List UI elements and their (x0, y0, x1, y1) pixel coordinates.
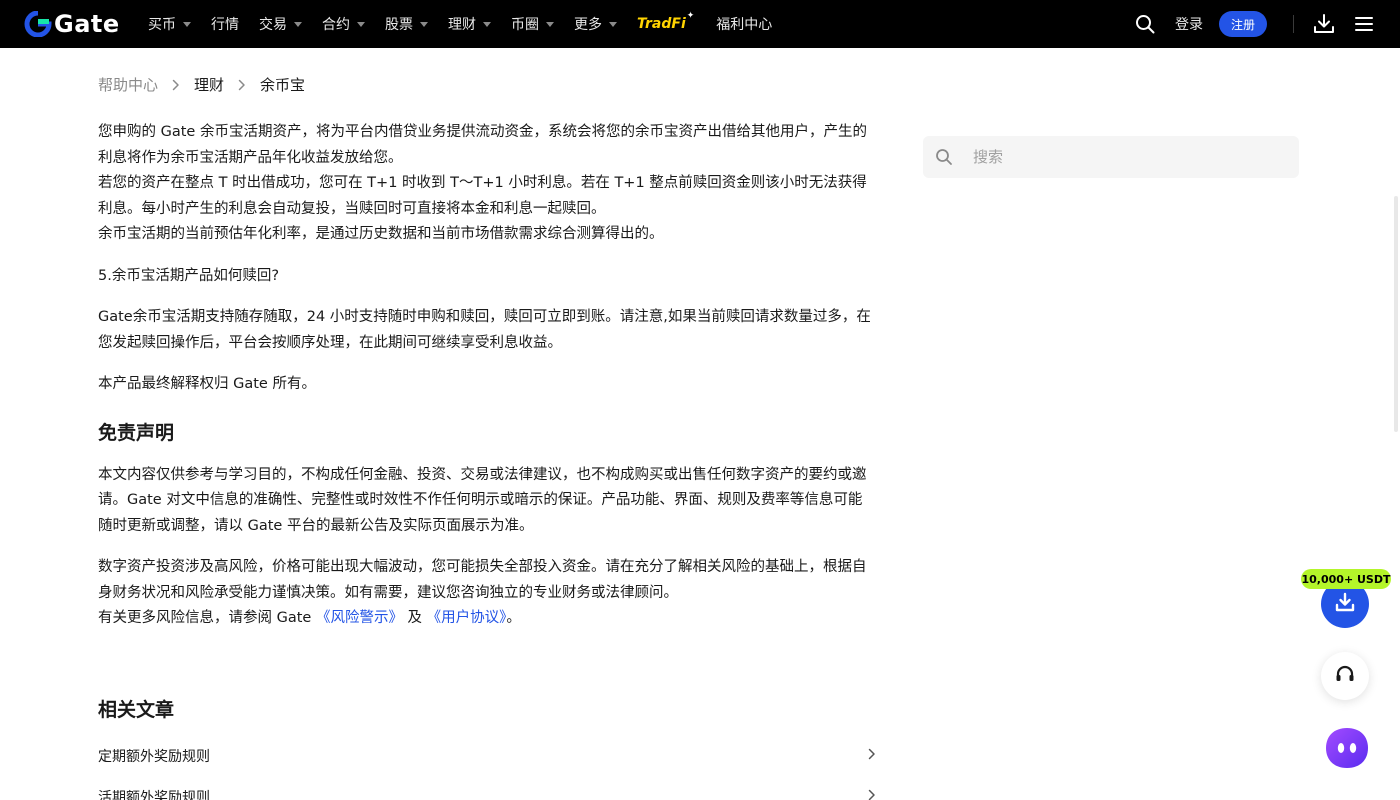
breadcrumb-earn[interactable]: 理财 (194, 74, 224, 95)
menu-icon[interactable] (1352, 12, 1376, 36)
article-body: 您申购的 Gate 余币宝活期资产，将为平台内借贷业务提供流动资金，系统会将您的… (98, 120, 876, 632)
breadcrumb-current: 余币宝 (260, 76, 306, 94)
nav-buy-crypto[interactable]: 买币 (148, 14, 191, 34)
article-paragraph: 余币宝活期的当前预估年化利率，是通过历史数据和当前市场借款需求综合测算得出的。 (98, 226, 664, 242)
risk-links-prefix: 有关更多风险信息，请参阅 Gate (98, 610, 316, 626)
caret-down-icon (609, 21, 617, 27)
tradfi-label: TradFi (637, 16, 686, 32)
nav-welfare-center[interactable]: 福利中心 (716, 14, 772, 34)
search-icon[interactable] (1133, 12, 1157, 36)
related-articles-list: 定期额外奖励规则 活期额外奖励规则 (98, 735, 876, 800)
article-paragraph: 本产品最终解释权归 Gate 所有。 (98, 376, 316, 392)
top-navbar: Gate 买币 行情 交易 合约 股票 理财 币圈 更多 TradFi ✦ 福利中… (0, 0, 1400, 48)
help-search-input[interactable] (973, 148, 1273, 166)
customer-support-fab[interactable] (1321, 652, 1369, 700)
disclaimer-title: 免责声明 (98, 421, 175, 444)
nav-futures[interactable]: 合约 (322, 14, 365, 34)
nav-markets[interactable]: 行情 (211, 14, 239, 34)
gate-logo-icon (24, 11, 52, 37)
login-link[interactable]: 登录 (1175, 14, 1203, 34)
breadcrumb-help-center[interactable]: 帮助中心 (98, 74, 158, 95)
risk-paragraph: 数字资产投资涉及高风险，价格可能出现大幅波动，您可能损失全部投入资金。请在充分了… (98, 559, 867, 601)
user-agreement-link[interactable]: 《用户协议》 (427, 610, 507, 626)
promo-badge[interactable]: 10,000+ USDT (1301, 569, 1391, 589)
risk-warning-link[interactable]: 《风险警示》 (316, 610, 403, 626)
article-question: 5.余币宝活期产品如何赎回? (98, 267, 280, 284)
chevron-right-icon (868, 789, 876, 800)
chevron-right-icon (238, 79, 246, 91)
ai-assistant-fab[interactable] (1324, 726, 1370, 770)
caret-down-icon (546, 21, 554, 27)
caret-down-icon (420, 21, 428, 27)
chevron-right-icon (172, 79, 180, 91)
download-icon[interactable] (1312, 12, 1336, 36)
download-icon (1334, 591, 1356, 617)
nav-stocks[interactable]: 股票 (385, 14, 428, 34)
nav-label: 合约 (322, 17, 350, 33)
nav-tradfi[interactable]: TradFi ✦ (637, 11, 694, 32)
risk-links-paragraph: 有关更多风险信息，请参阅 Gate 《风险警示》 及 《用户协议》。 (98, 606, 876, 632)
risk-links-mid: 及 (402, 610, 427, 626)
headset-icon (1334, 663, 1356, 689)
caret-down-icon (357, 21, 365, 27)
caret-down-icon (294, 21, 302, 27)
related-article-label: 活期额外奖励规则 (98, 789, 210, 800)
nav-label: 行情 (211, 17, 239, 33)
related-article-label: 定期额外奖励规则 (98, 748, 210, 765)
nav-label: 币圈 (511, 17, 539, 33)
nav-divider (1293, 15, 1294, 33)
caret-down-icon (183, 21, 191, 27)
related-article-item[interactable]: 活期额外奖励规则 (98, 776, 876, 800)
article-paragraph: 您申购的 Gate 余币宝活期资产，将为平台内借贷业务提供流动资金，系统会将您的… (98, 124, 867, 166)
register-button[interactable]: 注册 (1218, 11, 1267, 37)
bot-icon (1326, 728, 1368, 768)
related-article-item[interactable]: 定期额外奖励规则 (98, 735, 876, 776)
nav-more[interactable]: 更多 (574, 14, 617, 34)
article-paragraph: Gate余币宝活期支持随存随取，24 小时支持随时申购和赎回，赎回可立即到账。请… (98, 309, 871, 351)
nav-earn[interactable]: 理财 (448, 14, 491, 34)
help-search-box (923, 136, 1299, 178)
disclaimer-paragraph: 本文内容仅供参考与学习目的，不构成任何金融、投资、交易或法律建议，也不构成购买或… (98, 466, 867, 534)
nav-label: 买币 (148, 17, 176, 33)
main-menu: 买币 行情 交易 合约 股票 理财 币圈 更多 TradFi ✦ 福利中心 (148, 0, 792, 48)
nav-circle[interactable]: 币圈 (511, 14, 554, 34)
related-articles-title: 相关文章 (98, 699, 175, 721)
chevron-right-icon (868, 748, 876, 764)
risk-links-suffix: 。 (506, 610, 521, 626)
nav-label: 股票 (385, 17, 413, 33)
nav-trade[interactable]: 交易 (259, 14, 302, 34)
nav-label: 交易 (259, 17, 287, 33)
gate-logo[interactable]: Gate (24, 10, 120, 38)
nav-label: 更多 (574, 17, 602, 33)
nav-label: 理财 (448, 17, 476, 33)
article-paragraph: 若您的资产在整点 T 时出借成功，您可在 T+1 时收到 T～T+1 小时利息。… (98, 175, 867, 217)
nav-actions: 登录 注册 (1133, 0, 1376, 48)
logo-text: Gate (54, 10, 120, 38)
nav-label: 福利中心 (716, 17, 773, 33)
caret-down-icon (483, 21, 491, 27)
sparkle-icon: ✦ (686, 11, 695, 21)
scrollbar[interactable] (1394, 196, 1398, 432)
breadcrumb: 帮助中心 理财 余币宝 (98, 74, 305, 95)
search-icon (935, 148, 953, 170)
